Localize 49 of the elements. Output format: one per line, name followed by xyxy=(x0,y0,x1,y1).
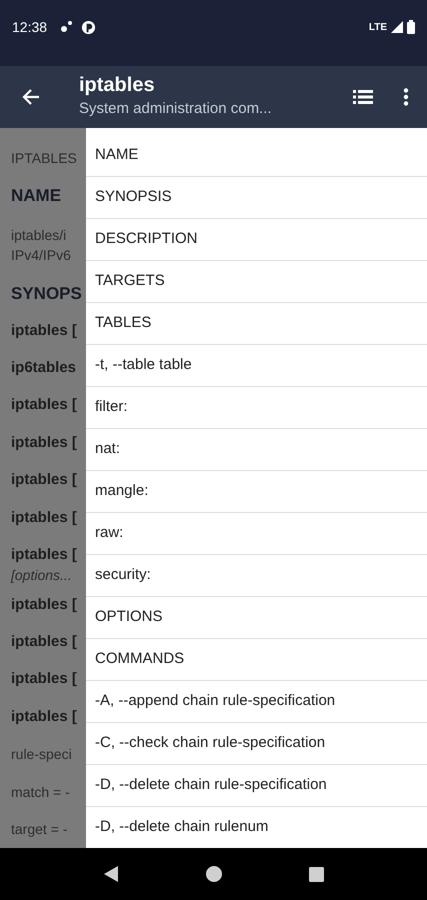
list-icon[interactable] xyxy=(353,90,373,104)
command-text: iptables [ xyxy=(11,508,77,528)
drawer-item[interactable]: SYNOPSIS xyxy=(86,177,427,219)
drawer-item[interactable]: TARGETS xyxy=(86,261,427,303)
command-text: ip6tables xyxy=(11,358,76,378)
back-arrow-icon[interactable] xyxy=(22,88,40,106)
drawer-item[interactable]: -t, --table table xyxy=(86,345,427,387)
network-label: LTE xyxy=(368,20,387,34)
command-text: iptables [ xyxy=(11,669,77,690)
app-title: iptables xyxy=(79,73,156,98)
page-text: iptables/i xyxy=(11,226,66,243)
page-label: IPTABLES xyxy=(11,149,77,168)
drawer-item[interactable]: DESCRIPTION xyxy=(86,219,427,261)
battery-icon xyxy=(407,20,415,34)
command-text: iptables [ xyxy=(11,545,77,566)
drawer-item[interactable]: security: xyxy=(86,555,427,597)
drawer-item[interactable]: mangle: xyxy=(86,471,427,513)
command-text: iptables [ xyxy=(11,432,77,453)
drawer-item[interactable]: -C, --check chain rule-specification xyxy=(86,723,427,765)
drawer-item[interactable]: TABLES xyxy=(86,303,427,345)
drawer-item[interactable]: nat: xyxy=(86,429,427,471)
back-icon[interactable] xyxy=(103,865,120,883)
drawer-item[interactable]: OPTIONS xyxy=(86,597,427,639)
command-text: iptables [ xyxy=(11,594,77,615)
command-text: iptables [ xyxy=(11,706,77,727)
command-text: iptables [ xyxy=(11,470,77,490)
signal-icon xyxy=(391,21,403,33)
page-text: rule-speci xyxy=(11,745,72,764)
drawer-item[interactable]: -D, --delete chain rule-specification xyxy=(86,765,427,807)
page-text: match = - xyxy=(11,782,70,802)
drawer-item[interactable]: filter: xyxy=(86,387,427,429)
circle-icon xyxy=(81,20,96,34)
options-text: [options... xyxy=(11,567,72,584)
status-time: 12:38 xyxy=(12,18,48,36)
drawer-item[interactable]: raw: xyxy=(86,513,427,555)
drawer-item[interactable]: -A, --append chain rule-specification xyxy=(86,681,427,723)
section-heading: NAME xyxy=(11,185,62,208)
more-options-icon[interactable] xyxy=(403,88,409,106)
drawer-item[interactable]: NAME xyxy=(86,135,427,177)
command-text: iptables [ xyxy=(11,395,77,416)
recents-icon[interactable] xyxy=(308,866,324,882)
page-text: IPv4/IPv6 xyxy=(11,246,71,263)
home-icon[interactable] xyxy=(206,866,222,882)
drawer-item[interactable]: COMMANDS xyxy=(86,639,427,681)
app-subtitle: System administration com... xyxy=(79,99,273,120)
command-text: iptables [ xyxy=(11,320,77,341)
page-text: target = - xyxy=(11,820,68,840)
section-heading: SYNOPS xyxy=(11,282,82,305)
command-text: iptables [ xyxy=(11,632,77,652)
